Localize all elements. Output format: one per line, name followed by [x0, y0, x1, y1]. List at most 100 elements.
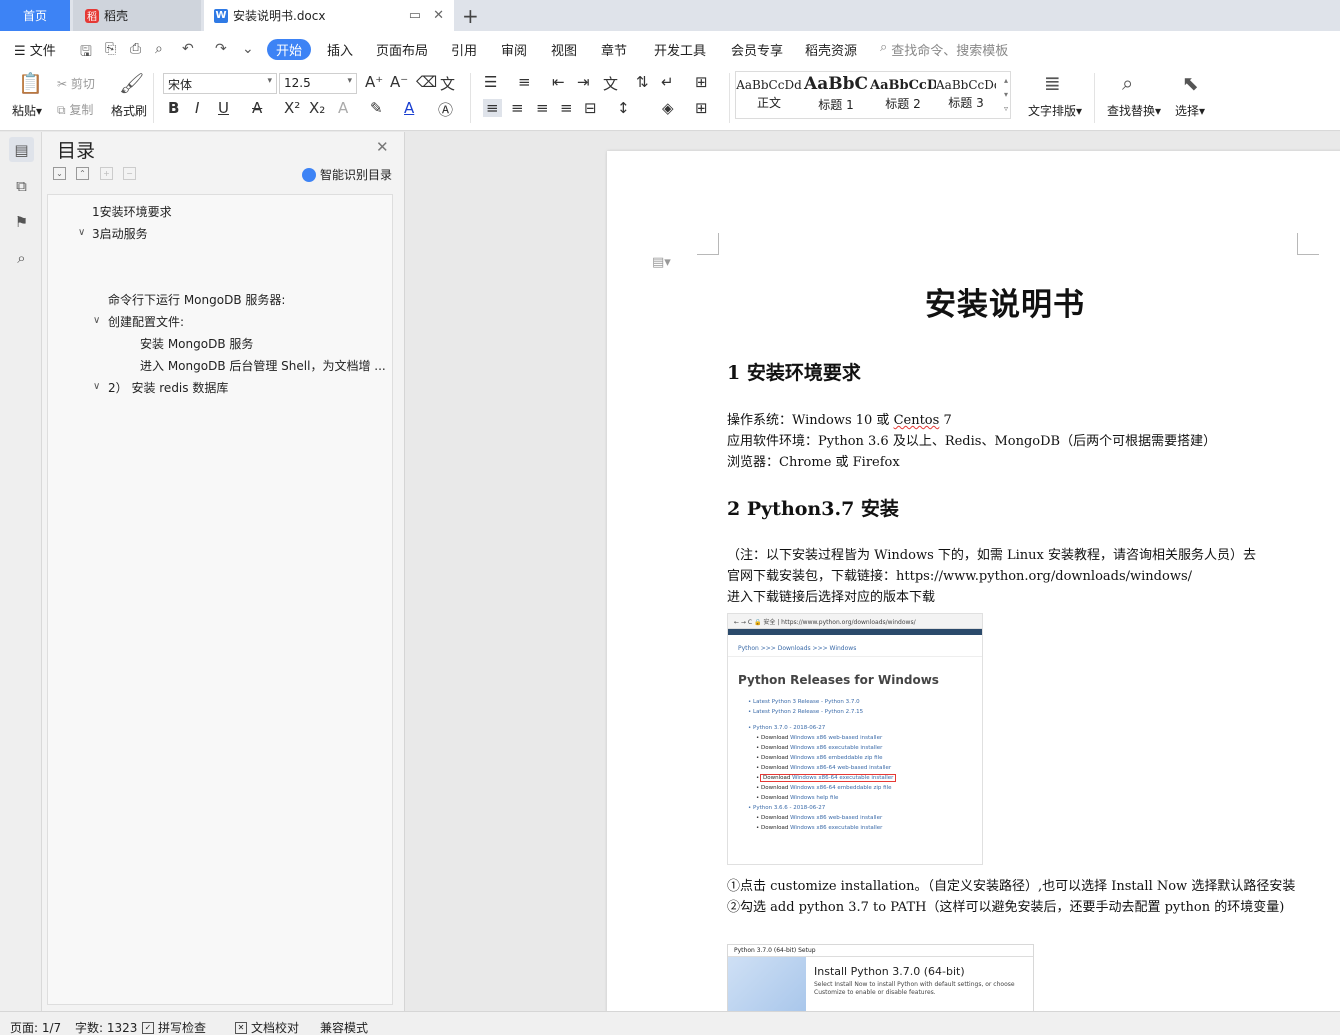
- find-icon[interactable]: ⌕: [9, 245, 34, 270]
- chevron-down-icon[interactable]: ∨: [78, 227, 85, 238]
- style-heading-2[interactable]: AaBbCcD 标题 2: [870, 72, 936, 118]
- quick-access-more-icon[interactable]: ⌄: [242, 41, 254, 57]
- proofread-button[interactable]: ✕ 文档校对: [235, 1019, 299, 1035]
- print-icon[interactable]: ⎙: [130, 41, 141, 57]
- document-area[interactable]: ▤▾ 安装说明书 1 安装环境要求 操作系统：Windows 10 或 Cent…: [405, 132, 1340, 1011]
- tab-document[interactable]: W 安装说明书.docx ▭ ✕: [204, 0, 454, 31]
- menu-review[interactable]: 审阅: [501, 40, 527, 59]
- copy-button[interactable]: ⧉ 复制: [57, 101, 93, 118]
- embedded-image-python-setup[interactable]: Python 3.7.0 (64-bit) Setup Install Pyth…: [727, 944, 1034, 1011]
- collapse-all-icon[interactable]: ⌄: [53, 167, 66, 180]
- toc-item[interactable]: 安装 MongoDB 服务: [140, 335, 253, 352]
- format-painter-button[interactable]: 格式刷: [111, 102, 147, 119]
- line-spacing-icon[interactable]: ↕: [617, 99, 630, 117]
- bookmark-icon[interactable]: ⚑: [9, 209, 34, 234]
- toc-item[interactable]: 创建配置文件:: [108, 313, 184, 330]
- smart-toc-button[interactable]: 智能识别目录: [302, 166, 392, 183]
- font-color-icon[interactable]: A: [404, 99, 414, 117]
- tab-restore-icon[interactable]: ▭: [409, 8, 421, 23]
- embedded-image-python-downloads[interactable]: ← → C 🔒 安全 | https://www.python.org/down…: [727, 613, 983, 865]
- sort-icon[interactable]: ⇅: [636, 73, 649, 91]
- page-menu-icon[interactable]: ▤▾: [652, 255, 671, 270]
- gallery-scroll-icon[interactable]: ▴ ▾ ▿: [1004, 74, 1008, 116]
- align-center-icon[interactable]: ≡: [511, 99, 524, 117]
- find-replace-button[interactable]: 查找替换▾: [1107, 102, 1161, 119]
- tab-daoke[interactable]: 稻 稻壳: [73, 0, 201, 31]
- menu-view[interactable]: 视图: [551, 40, 577, 59]
- save-icon[interactable]: 🖫: [80, 41, 92, 65]
- chevron-down-icon[interactable]: ∨: [93, 381, 100, 392]
- expand-all-icon[interactable]: ⌃: [76, 167, 89, 180]
- style-normal[interactable]: AaBbCcDd 正文: [736, 72, 802, 118]
- strikethrough-icon[interactable]: A: [252, 99, 262, 117]
- style-heading-3[interactable]: AaBbCcDd 标题 3: [936, 72, 996, 118]
- shrink-font-icon[interactable]: A⁻: [390, 73, 408, 91]
- select-button[interactable]: 选择▾: [1175, 102, 1205, 119]
- font-name-select[interactable]: 宋体 ▾: [163, 73, 277, 94]
- menu-developer[interactable]: 开发工具: [654, 40, 706, 59]
- menu-daoke-resources[interactable]: 稻壳资源: [805, 40, 857, 59]
- add-heading-icon[interactable]: +: [100, 167, 113, 180]
- print-preview-icon[interactable]: ⌕: [155, 41, 163, 57]
- pinyin-icon[interactable]: 文: [440, 73, 455, 94]
- text-effect-icon[interactable]: A: [338, 99, 348, 117]
- shading-icon[interactable]: ◈: [662, 99, 674, 117]
- paste-button[interactable]: 粘贴▾: [12, 102, 42, 119]
- highlight-icon[interactable]: ✎: [370, 99, 383, 117]
- distribute-icon[interactable]: ⊟: [584, 99, 597, 117]
- new-tab-button[interactable]: +: [462, 4, 479, 28]
- text-layout-icon[interactable]: ≣: [1044, 71, 1061, 95]
- undo-icon[interactable]: ↶: [182, 41, 194, 57]
- word-count[interactable]: 字数: 1323: [75, 1019, 137, 1035]
- close-icon[interactable]: ✕: [376, 138, 389, 156]
- borders-icon[interactable]: ⊞: [695, 99, 708, 117]
- bullet-list-icon[interactable]: ☰: [484, 73, 497, 91]
- tab-home[interactable]: 首页: [0, 0, 70, 31]
- chapter-nav-icon[interactable]: ⧉: [9, 173, 34, 198]
- spell-check-toggle[interactable]: ✓ 拼写检查: [142, 1019, 206, 1035]
- grow-font-icon[interactable]: A⁺: [365, 73, 383, 91]
- find-replace-icon[interactable]: ⌕: [1122, 71, 1133, 95]
- superscript-icon[interactable]: X²: [284, 99, 300, 117]
- redo-icon[interactable]: ↷: [215, 41, 227, 57]
- toc-item[interactable]: 进入 MongoDB 后台管理 Shell，为文档增 ...: [140, 357, 386, 374]
- font-size-select[interactable]: 12.5 ▾: [279, 73, 357, 94]
- paste-icon[interactable]: 📋: [18, 71, 43, 95]
- chevron-down-icon[interactable]: ∨: [93, 315, 100, 326]
- align-left-icon[interactable]: ≡: [483, 99, 502, 117]
- menu-insert[interactable]: 插入: [327, 40, 353, 59]
- italic-icon[interactable]: I: [195, 99, 199, 117]
- menu-page-layout[interactable]: 页面布局: [376, 40, 428, 59]
- command-search[interactable]: ⌕ 查找命令、搜索模板: [880, 40, 1008, 59]
- chinese-layout-icon[interactable]: 文: [603, 73, 618, 94]
- menu-section[interactable]: 章节: [601, 40, 627, 59]
- toc-item[interactable]: 命令行下运行 MongoDB 服务器:: [108, 291, 285, 308]
- menu-member[interactable]: 会员专享: [731, 40, 783, 59]
- document-page[interactable]: ▤▾ 安装说明书 1 安装环境要求 操作系统：Windows 10 或 Cent…: [607, 151, 1340, 1011]
- menu-start[interactable]: 开始: [267, 39, 311, 60]
- tab-close-icon[interactable]: ✕: [433, 8, 444, 23]
- decrease-indent-icon[interactable]: ⇤: [552, 73, 565, 91]
- align-right-icon[interactable]: ≡: [536, 99, 549, 117]
- style-heading-1[interactable]: AaBbC 标题 1: [803, 72, 869, 118]
- format-painter-icon[interactable]: 🖌: [119, 71, 144, 95]
- export-pdf-icon[interactable]: ⎘: [105, 41, 116, 57]
- toc-item[interactable]: 2） 安装 redis 数据库: [108, 379, 228, 396]
- remove-heading-icon[interactable]: −: [123, 167, 136, 180]
- file-menu[interactable]: ☰ 文件: [14, 40, 56, 59]
- char-border-icon[interactable]: Ⓐ: [438, 99, 453, 120]
- clear-format-icon[interactable]: ⌫: [416, 73, 437, 91]
- underline-icon[interactable]: U: [218, 99, 229, 117]
- numbered-list-icon[interactable]: ≡: [518, 73, 531, 91]
- subscript-icon[interactable]: X₂: [309, 99, 325, 117]
- justify-icon[interactable]: ≡: [560, 99, 573, 117]
- text-layout-button[interactable]: 文字排版▾: [1028, 102, 1082, 119]
- increase-indent-icon[interactable]: ⇥: [577, 73, 590, 91]
- toc-item[interactable]: 1安装环境要求: [92, 203, 172, 220]
- select-cursor-icon[interactable]: ⬉: [1182, 71, 1199, 95]
- show-marks-icon[interactable]: ↵: [661, 73, 674, 91]
- toc-item[interactable]: 3启动服务: [92, 225, 148, 242]
- page-indicator[interactable]: 页面: 1/7: [10, 1019, 61, 1035]
- menu-references[interactable]: 引用: [451, 40, 477, 59]
- tab-stops-icon[interactable]: ⊞: [695, 73, 708, 91]
